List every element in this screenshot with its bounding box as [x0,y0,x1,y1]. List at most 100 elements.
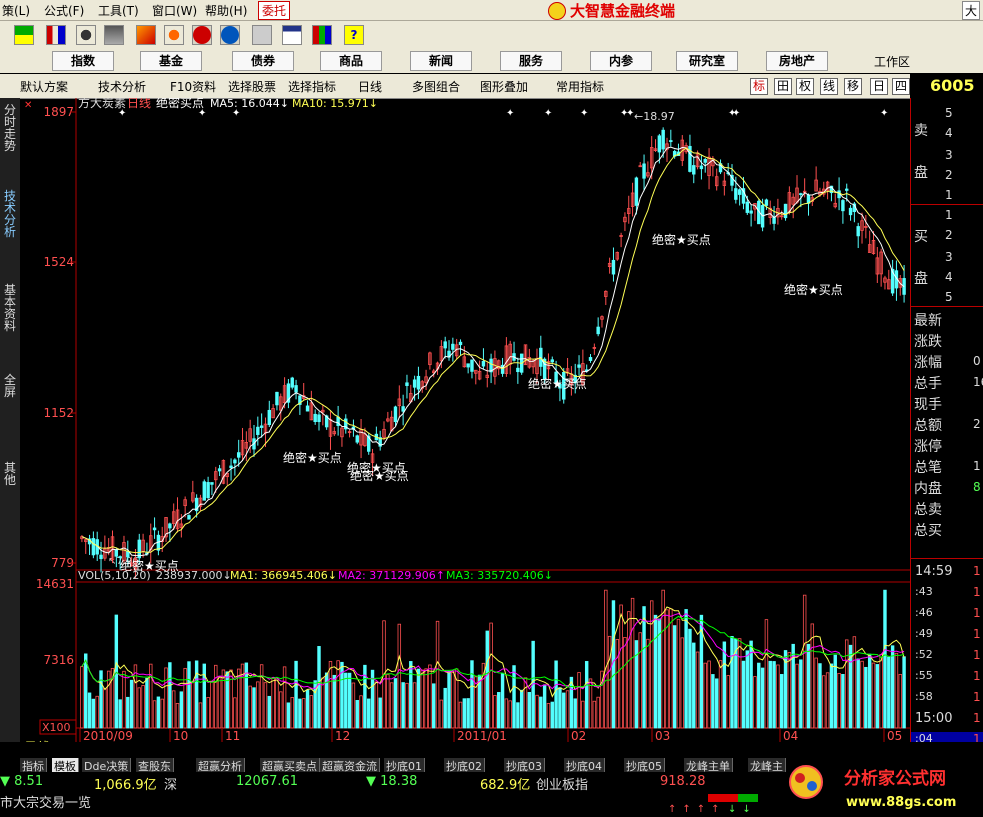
vtab-intraday[interactable]: 分时走势 [2,104,18,152]
volume-bar [875,664,880,729]
window-icon[interactable] [282,25,302,45]
tab-f10[interactable]: F10资料 [170,78,216,95]
kline-chart[interactable]: 1897 1524 1152 779 ✕ 方大炭素 日线 绝密买点 MA5: 1… [20,98,910,742]
status-block-trade[interactable]: 市大宗交易一览 [0,792,91,811]
sell-level-2: 2 [945,168,953,182]
volume-bar [500,672,505,729]
volume-bar [84,653,88,729]
candle-body [470,359,474,372]
cube-icon[interactable] [136,25,156,45]
nav-news[interactable]: 新闻 [410,51,472,71]
bottom-tab[interactable]: 抄底01 [384,758,425,773]
tab-select-stock[interactable]: 选择股票 [228,78,276,95]
weituo-button[interactable]: 委托 [258,1,291,20]
tab-common-indicator[interactable]: 常用指标 [556,78,604,95]
bottom-tab[interactable]: 超赢买卖点 [260,758,320,773]
volume-bar [615,639,619,729]
tab-tech-analysis[interactable]: 技术分析 [98,78,146,95]
candle-body [669,140,673,143]
nav-fund[interactable]: 基金 [140,51,202,71]
volume-bar [592,700,597,729]
chart-icon[interactable] [46,25,66,45]
period-label: 日线 [127,98,151,110]
status-sh-amount: 1,066.9亿 [94,778,157,793]
bottom-tab[interactable]: 查股东 [136,758,174,773]
nav-insider[interactable]: 内参 [590,51,652,71]
signal-star: ✦ [544,108,552,119]
tab-default-scheme[interactable]: 默认方案 [20,78,68,95]
bottom-tab[interactable]: 指标 [20,758,47,773]
tab-multi-chart[interactable]: 多图组合 [412,78,460,95]
volume-bar [718,660,723,729]
menu-help[interactable]: 帮助(H) [205,2,247,19]
menu-formula[interactable]: 公式(F) [44,2,84,19]
volume-bar [527,692,532,729]
stack-icon[interactable] [104,25,124,45]
nav-commodity[interactable]: 商品 [320,51,382,71]
signal-star: ✦ [580,108,588,119]
bottom-tab[interactable]: 抄底03 [504,758,545,773]
volume-bar [164,667,168,729]
grid-button[interactable]: 田 [774,78,792,95]
status-sz-change: ▼ 18.38 [366,774,418,789]
tab-select-indicator[interactable]: 选择指标 [288,78,336,95]
nav-research[interactable]: 研究室 [676,51,738,71]
tab-overlay[interactable]: 图形叠加 [480,78,528,95]
field-value: 1 [973,459,981,473]
nav-bond[interactable]: 债券 [232,51,294,71]
volume-bar [305,689,310,729]
volume-bar [194,660,199,729]
bottom-tab[interactable]: 龙峰主单 [684,758,733,773]
vtab-basic-info[interactable]: 基本资料 [2,284,18,332]
volume-bar [714,678,719,729]
corner-button[interactable]: 大 [962,1,981,20]
menu-tools[interactable]: 工具(T) [98,2,139,19]
volume-bar [688,628,692,729]
vtab-fullscreen[interactable]: 全屏 [2,374,18,398]
volume-bar [275,677,279,729]
f-blue-icon[interactable] [220,25,240,45]
bottom-tab[interactable]: 模板 [52,758,79,773]
candle-body [734,188,738,200]
close-x-icon[interactable]: ✕ [24,100,32,111]
volume-bar [439,699,444,729]
mark-button[interactable]: 标 [750,78,768,95]
bottom-tab[interactable]: Dde决策 [82,758,132,773]
volume-bar [535,694,539,729]
nav-realestate[interactable]: 房地产 [766,51,828,71]
day-button[interactable]: 日 [870,78,888,95]
rights-button[interactable]: 权 [796,78,814,95]
move-button[interactable]: 移 [844,78,862,95]
volume-bar [152,700,157,729]
diamond-icon[interactable] [164,25,184,45]
volume-bar [519,689,524,729]
bottom-tab[interactable]: 抄底05 [624,758,665,773]
four-button[interactable]: 四 [892,78,910,95]
bottom-tab[interactable]: 抄底04 [564,758,605,773]
field-value: 2 [973,417,981,431]
bottom-tab[interactable]: 超赢分析 [196,758,245,773]
date-label: 02 [571,729,586,742]
vtab-technical[interactable]: 技术分析 [2,190,18,238]
bottom-tab[interactable]: 超赢资金流 [320,758,380,773]
binocular-icon[interactable] [76,25,96,45]
books-icon[interactable] [312,25,332,45]
vtab-other[interactable]: 其他 [2,462,18,486]
nav-service[interactable]: 服务 [500,51,562,71]
menu-window[interactable]: 窗口(W) [152,2,197,19]
flag-icon[interactable] [14,25,34,45]
candle-body [126,550,130,558]
clipboard-icon[interactable] [252,25,272,45]
line-button[interactable]: 线 [820,78,838,95]
workarea-label[interactable]: 工作区 [874,53,910,70]
candle-body [611,259,616,275]
bottom-tab[interactable]: 抄底02 [444,758,485,773]
nav-index[interactable]: 指数 [52,51,114,71]
f-red-icon[interactable] [192,25,212,45]
tab-daily[interactable]: 日线 [358,78,382,95]
menu-strategy[interactable]: 策(L) [2,2,30,19]
status-sz-index: 12067.61 [236,774,299,789]
volume-bar [233,697,237,729]
help-icon[interactable]: ? [344,25,364,45]
sell-level-1: 1 [945,188,953,202]
